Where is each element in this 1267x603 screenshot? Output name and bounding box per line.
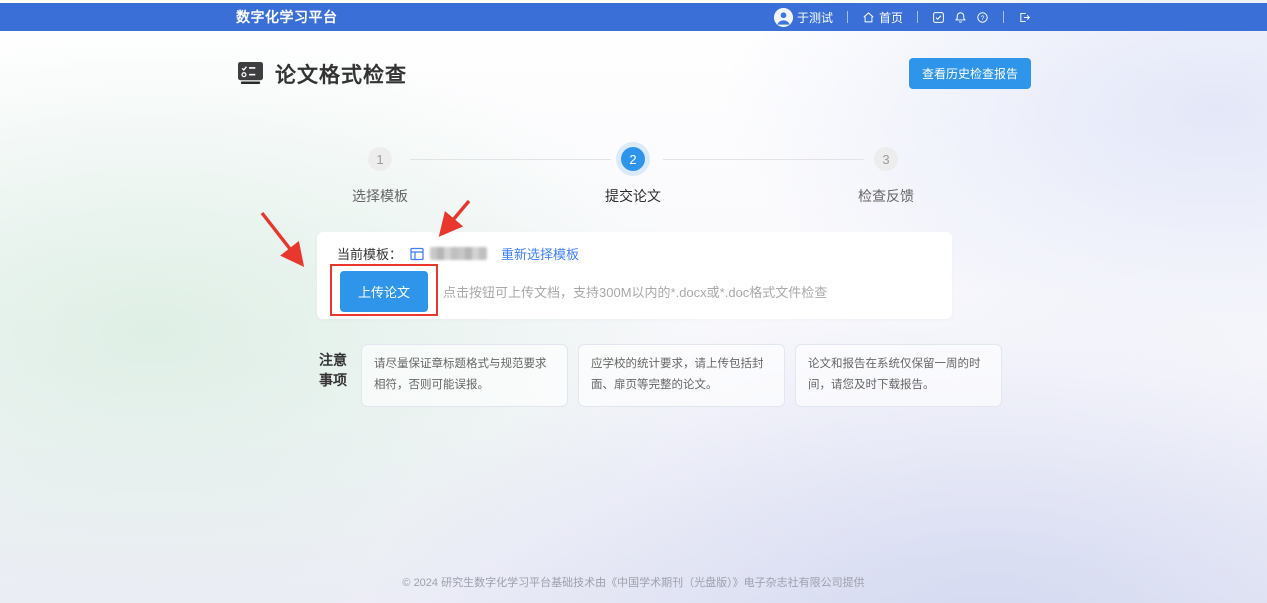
upload-paper-button[interactable]: 上传论文 [340, 271, 428, 312]
notices-section: 注意 事项 请尽量保证章标题格式与规范要求相符，否则可能误报。 应学校的统计要求… [319, 344, 1031, 407]
top-navbar: 数字化学习平台 于测试 首页 ? [0, 3, 1267, 31]
user-avatar [774, 8, 793, 27]
notice-card-1: 请尽量保证章标题格式与规范要求相符，否则可能误报。 [361, 344, 568, 407]
help-icon[interactable]: ? [976, 11, 989, 24]
template-icon [410, 247, 424, 261]
notices-title: 注意 事项 [319, 350, 351, 391]
step-1-label: 选择模板 [352, 186, 408, 206]
view-history-reports-button[interactable]: 查看历史检查报告 [909, 58, 1031, 89]
notice-card-3: 论文和报告在系统仅保留一周的时间，请您及时下载报告。 [795, 344, 1002, 407]
home-label: 首页 [879, 9, 903, 26]
step-2-circle: 2 [621, 147, 645, 171]
divider [1003, 11, 1004, 23]
logout-icon[interactable] [1018, 11, 1031, 24]
upload-card: 当前模板： 重新选择模板 上传论文 点击按钮可上传文档，支持300M以内的*.d… [317, 232, 952, 319]
step-1-circle: 1 [368, 147, 392, 171]
step-3-label: 检查反馈 [858, 186, 914, 206]
footer-copyright: © 2024 研究生数字化学习平台基础技术由《中国学术期刊（光盘版）》电子杂志社… [0, 574, 1267, 590]
step-3-circle: 3 [874, 147, 898, 171]
divider [847, 11, 848, 23]
step-2-submit-paper: 2 提交论文 [507, 147, 760, 206]
home-icon [862, 11, 875, 24]
notification-bell-icon[interactable] [954, 11, 967, 24]
reselect-template-link[interactable]: 重新选择模板 [501, 244, 579, 263]
step-1-select-template: 1 选择模板 [254, 147, 507, 206]
home-link[interactable]: 首页 [862, 9, 903, 26]
user-menu[interactable]: 于测试 [774, 8, 833, 27]
divider [917, 11, 918, 23]
current-template-label: 当前模板： [337, 244, 402, 263]
brand-title: 数字化学习平台 [236, 7, 338, 27]
upload-hint-text: 点击按钮可上传文档，支持300M以内的*.docx或*.doc格式文件检查 [443, 282, 827, 301]
tasks-icon[interactable] [932, 11, 945, 24]
step-2-label: 提交论文 [605, 186, 661, 206]
format-check-icon [236, 61, 265, 86]
step-3-check-feedback: 3 检查反馈 [760, 147, 1013, 206]
page-title: 论文格式检查 [275, 59, 407, 89]
notice-card-2: 应学校的统计要求，请上传包括封面、扉页等完整的论文。 [578, 344, 785, 407]
user-name: 于测试 [797, 9, 833, 26]
page-body: 论文格式检查 查看历史检查报告 1 选择模板 2 提交论文 3 检查反馈 当前模… [0, 31, 1267, 603]
stepper: 1 选择模板 2 提交论文 3 检查反馈 [254, 147, 1014, 206]
svg-text:?: ? [981, 14, 985, 21]
template-name-redacted [430, 247, 487, 260]
